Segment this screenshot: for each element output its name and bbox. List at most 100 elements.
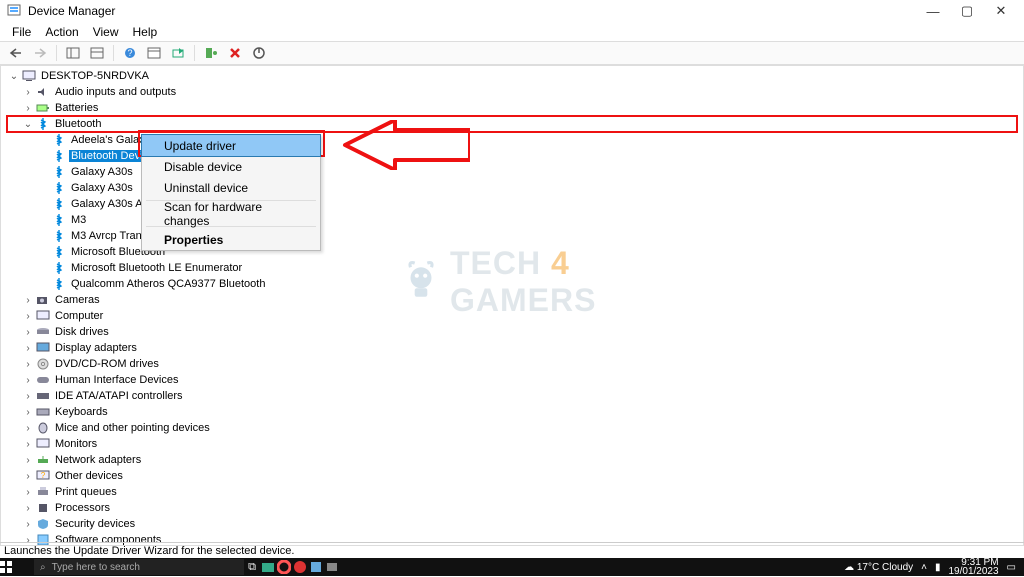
category-label: DVD/CD-ROM drives [53, 358, 161, 370]
expand-icon[interactable]: › [21, 359, 35, 370]
ctx-disable-device[interactable]: Disable device [142, 156, 320, 177]
ide-icon [35, 389, 51, 403]
clock[interactable]: 9:31 PM 19/01/2023 [948, 558, 998, 576]
annotation-arrow [340, 120, 470, 170]
collapse-icon[interactable]: ⌄ [7, 71, 21, 82]
expand-icon[interactable]: › [21, 391, 35, 402]
security-icon [35, 517, 51, 531]
tray-icon[interactable]: ▮ [935, 562, 941, 573]
search-icon: ⌕ [40, 562, 46, 573]
expand-icon[interactable]: › [21, 375, 35, 386]
tree-category-bluetooth[interactable]: ⌄Bluetooth [21, 116, 1017, 132]
tree-category[interactable]: ›Monitors [21, 436, 1017, 452]
weather-widget[interactable]: ☁ 17°C Cloudy [844, 562, 913, 573]
device-label: M3 [69, 214, 88, 226]
taskbar-app-icon[interactable] [276, 560, 292, 574]
menu-action[interactable]: Action [39, 24, 84, 40]
tree-category[interactable]: ›Disk drives [21, 324, 1017, 340]
forward-button[interactable] [30, 43, 50, 63]
expand-icon[interactable]: › [21, 519, 35, 530]
expand-icon[interactable]: › [21, 103, 35, 114]
device-label: Qualcomm Atheros QCA9377 Bluetooth [69, 278, 267, 290]
tree-category[interactable]: › Network adapters [21, 452, 1017, 468]
bluetooth-icon [51, 213, 67, 227]
category-label: Computer [53, 310, 105, 322]
system-tray: ☁ 17°C Cloudy ˄ ▮ 9:31 PM 19/01/2023 ▭ [836, 558, 1024, 576]
collapse-icon[interactable]: ⌄ [21, 119, 35, 130]
weather-text: 17°C Cloudy [857, 562, 913, 573]
tree-category[interactable]: ›Batteries [21, 100, 1017, 116]
category-label: Security devices [53, 518, 137, 530]
uninstall-button[interactable] [225, 43, 245, 63]
toolbar: ? [0, 41, 1024, 65]
taskbar-app-icon[interactable] [292, 560, 308, 574]
tree-root[interactable]: ⌄ DESKTOP-5NRDVKA [7, 68, 1017, 84]
show-hide-tree-button[interactable] [63, 43, 83, 63]
back-button[interactable] [6, 43, 26, 63]
menu-help[interactable]: Help [127, 24, 164, 40]
watermark: TECH 4 GAMERS [400, 245, 596, 319]
tree-category[interactable]: ›Mice and other pointing devices [21, 420, 1017, 436]
tree-category[interactable]: ›?Other devices [21, 468, 1017, 484]
tree-category[interactable]: ›IDE ATA/ATAPI controllers [21, 388, 1017, 404]
bluetooth-icon [35, 117, 51, 131]
expand-icon[interactable]: › [21, 471, 35, 482]
bluetooth-icon [51, 149, 67, 163]
update-driver-button[interactable] [201, 43, 221, 63]
taskbar-app-icon[interactable] [324, 560, 340, 574]
ctx-uninstall-device[interactable]: Uninstall device [142, 177, 320, 198]
expand-icon[interactable]: › [21, 295, 35, 306]
minimize-button[interactable]: — [916, 0, 950, 22]
category-label: Human Interface Devices [53, 374, 181, 386]
ctx-scan-hardware[interactable]: Scan for hardware changes [142, 203, 320, 224]
taskbar-app-icon[interactable] [260, 560, 276, 574]
scan-button[interactable] [168, 43, 188, 63]
close-button[interactable]: ✕ [984, 0, 1018, 22]
expand-icon[interactable]: › [21, 87, 35, 98]
expand-icon[interactable]: › [21, 311, 35, 322]
watermark-text: TECH [450, 245, 541, 281]
help-button[interactable]: ? [120, 43, 140, 63]
expand-icon[interactable]: › [21, 503, 35, 514]
bluetooth-icon [51, 261, 67, 275]
properties-button[interactable] [144, 43, 164, 63]
device-label: Galaxy A30s [69, 166, 135, 178]
category-label: Keyboards [53, 406, 110, 418]
bluetooth-icon [51, 277, 67, 291]
category-label: Cameras [53, 294, 102, 306]
tree-category[interactable]: › Security devices [21, 516, 1017, 532]
tray-chevron-icon[interactable]: ˄ [921, 562, 927, 573]
toolbar-icon[interactable] [87, 43, 107, 63]
ctx-properties[interactable]: Properties [142, 229, 320, 250]
menu-view[interactable]: View [87, 24, 125, 40]
search-box[interactable]: ⌕Type here to search [34, 559, 244, 575]
expand-icon[interactable]: › [21, 423, 35, 434]
date-text: 19/01/2023 [948, 567, 998, 576]
tree-category[interactable]: › Processors [21, 500, 1017, 516]
tree-category[interactable]: › DVD/CD-ROM drives [21, 356, 1017, 372]
disable-button[interactable] [249, 43, 269, 63]
tree-category[interactable]: › Human Interface Devices [21, 372, 1017, 388]
titlebar: Device Manager — ▢ ✕ [0, 0, 1024, 22]
tree-category[interactable]: ›Audio inputs and outputs [21, 84, 1017, 100]
expand-icon[interactable]: › [21, 327, 35, 338]
expand-icon[interactable]: › [21, 487, 35, 498]
expand-icon[interactable]: › [21, 439, 35, 450]
ctx-update-driver[interactable]: Update driver [142, 135, 320, 156]
category-label: Network adapters [53, 454, 143, 466]
category-label: Display adapters [53, 342, 139, 354]
tree-category[interactable]: ›Print queues [21, 484, 1017, 500]
device-label: Galaxy A30s [69, 182, 135, 194]
expand-icon[interactable]: › [21, 407, 35, 418]
taskbar-app-icon[interactable] [308, 560, 324, 574]
tree-category[interactable]: › Display adapters [21, 340, 1017, 356]
menu-file[interactable]: File [6, 24, 37, 40]
tree-category[interactable]: › Keyboards [21, 404, 1017, 420]
start-button[interactable] [0, 561, 34, 573]
maximize-button[interactable]: ▢ [950, 0, 984, 22]
task-view-icon[interactable]: ⧉ [244, 560, 260, 574]
notification-icon[interactable]: ▭ [1007, 562, 1016, 573]
expand-icon[interactable]: › [21, 455, 35, 466]
expand-icon[interactable]: › [21, 343, 35, 354]
category-label: Processors [53, 502, 112, 514]
